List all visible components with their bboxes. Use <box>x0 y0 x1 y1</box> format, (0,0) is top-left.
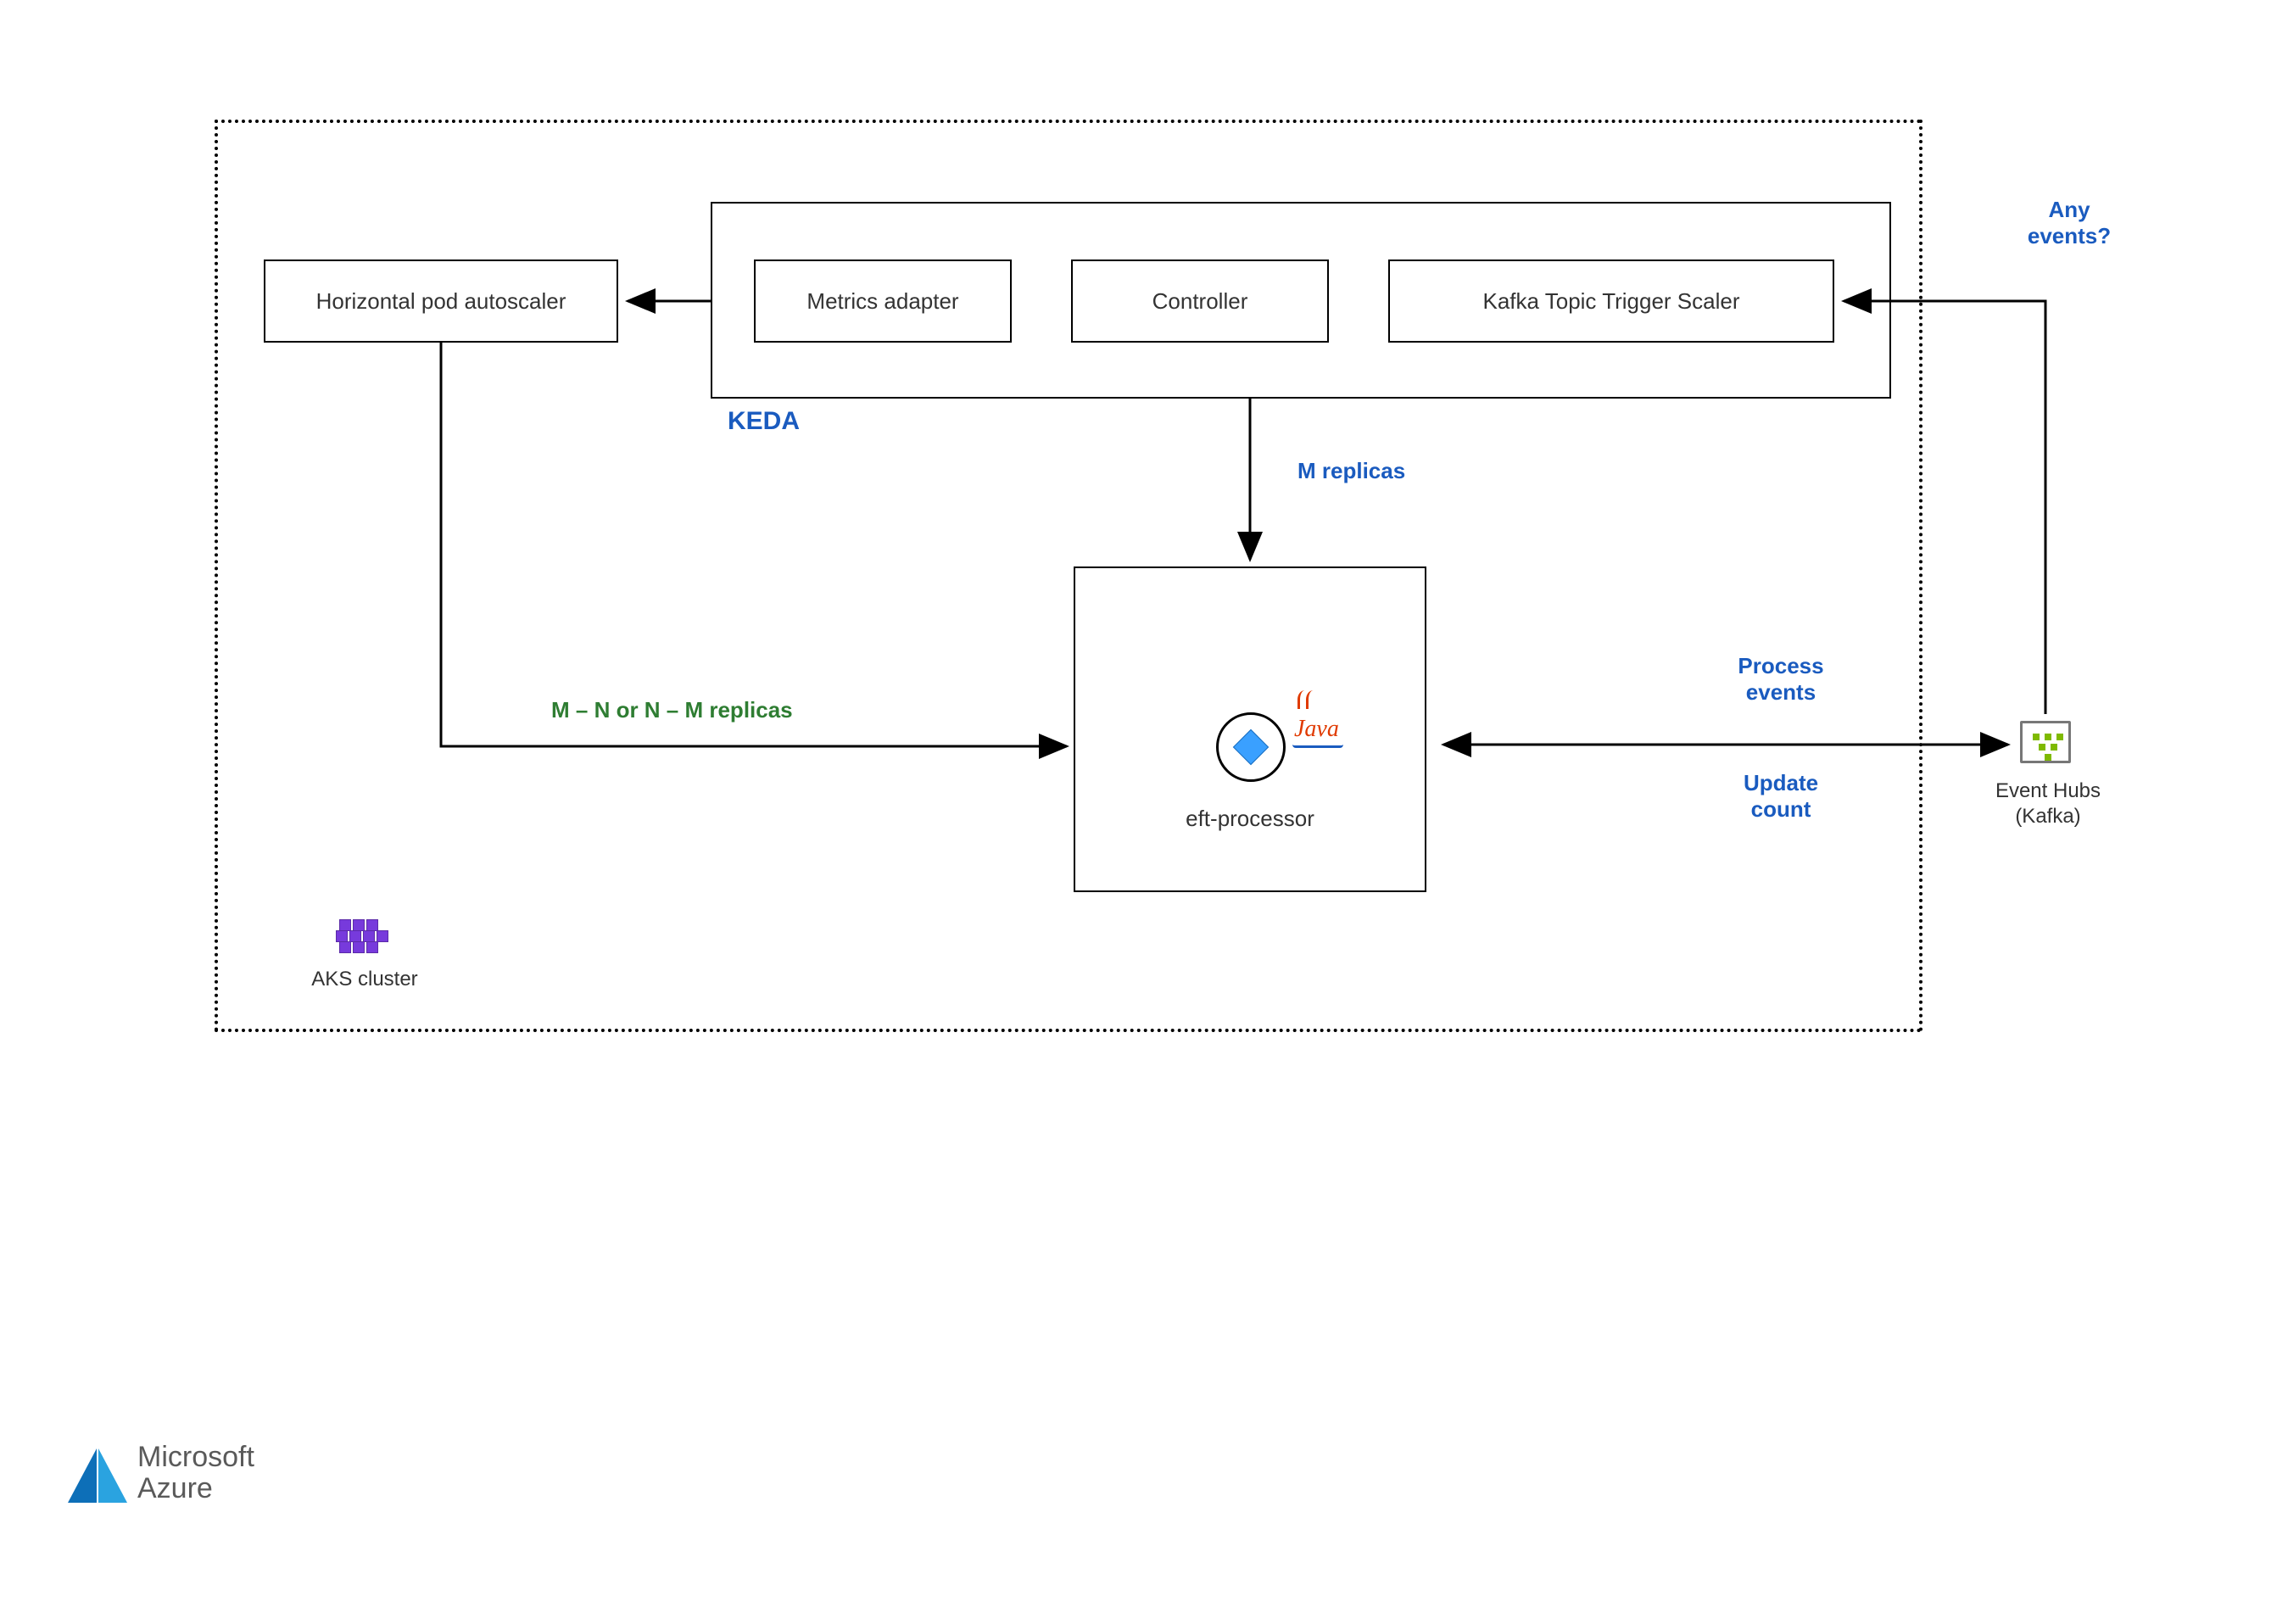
logo-text: Microsoft Azure <box>137 1442 254 1505</box>
controller-label: Controller <box>1073 261 1327 341</box>
event-hubs-label-2: (Kafka) <box>1976 804 2120 829</box>
m-replicas-label: M replicas <box>1297 458 1405 484</box>
hpa-replicas-label: M – N or N – M replicas <box>551 697 793 723</box>
aks-cluster-icon <box>336 919 380 952</box>
metrics-adapter-box: Metrics adapter <box>754 260 1012 343</box>
eft-processor-label: eft-processor <box>1074 806 1426 832</box>
event-hubs-icon <box>2020 721 2071 763</box>
aks-cluster-label: AKS cluster <box>288 967 441 992</box>
hpa-label: Horizontal pod autoscaler <box>265 261 617 341</box>
logo-line-1: Microsoft <box>137 1442 254 1473</box>
java-icon: Java <box>1292 697 1369 748</box>
update-count-label: Update count <box>1696 770 1866 823</box>
event-hubs-label-1: Event Hubs <box>1976 779 2120 804</box>
azure-a-icon <box>68 1443 127 1503</box>
metrics-adapter-label: Metrics adapter <box>756 261 1010 341</box>
hpa-box: Horizontal pod autoscaler <box>264 260 618 343</box>
controller-box: Controller <box>1071 260 1329 343</box>
logo-line-2: Azure <box>137 1473 254 1504</box>
diagram-canvas: KEDA Metrics adapter Controller Kafka To… <box>0 0 2288 1624</box>
cube-icon <box>1233 729 1269 765</box>
any-events-label: Any events? <box>1984 197 2154 249</box>
keda-label: KEDA <box>728 407 800 436</box>
microsoft-azure-logo: Microsoft Azure <box>68 1442 254 1505</box>
processor-circle-icon <box>1216 712 1286 782</box>
process-events-label: Process events <box>1696 653 1866 706</box>
kafka-trigger-label: Kafka Topic Trigger Scaler <box>1390 261 1833 341</box>
kafka-trigger-box: Kafka Topic Trigger Scaler <box>1388 260 1834 343</box>
